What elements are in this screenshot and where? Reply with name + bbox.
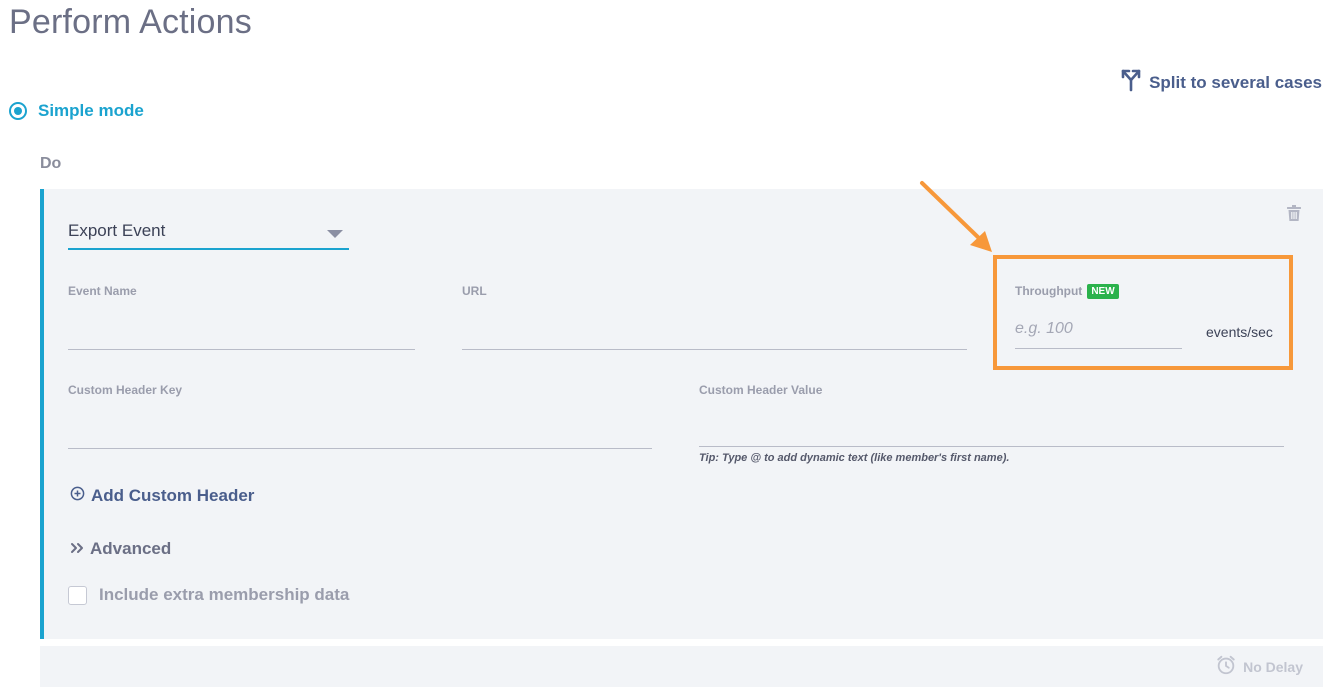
plus-circle-icon xyxy=(70,486,85,506)
custom-header-key-underline xyxy=(68,448,652,449)
throughput-underline xyxy=(1015,348,1182,349)
simple-mode-radio[interactable] xyxy=(9,102,27,120)
custom-header-value-underline xyxy=(699,446,1284,447)
radio-selected-dot xyxy=(14,107,22,115)
split-icon xyxy=(1119,68,1143,97)
include-membership-checkbox[interactable] xyxy=(68,585,87,605)
action-type-value: Export Event xyxy=(68,221,166,240)
double-chevron-right-icon xyxy=(70,539,84,559)
trash-icon[interactable] xyxy=(1287,205,1301,221)
no-delay-button[interactable]: No Delay xyxy=(1215,654,1303,679)
url-label: URL xyxy=(462,284,487,298)
custom-header-value-label: Custom Header Value xyxy=(699,383,823,397)
url-input[interactable] xyxy=(462,317,967,343)
add-custom-header-label: Add Custom Header xyxy=(91,486,255,505)
action-type-select[interactable]: Export Event xyxy=(68,219,349,250)
include-membership-option[interactable]: Include extra membership data xyxy=(68,585,349,605)
new-badge: NEW xyxy=(1087,284,1119,299)
do-label: Do xyxy=(40,155,62,172)
custom-header-key-input[interactable] xyxy=(68,415,652,441)
page-title: Perform Actions xyxy=(9,3,252,41)
delay-bar: No Delay xyxy=(40,646,1323,687)
simple-mode-label: Simple mode xyxy=(38,101,144,120)
url-underline xyxy=(462,349,967,350)
simple-mode-option[interactable]: Simple mode xyxy=(9,101,144,121)
split-cases-button[interactable]: Split to several cases xyxy=(1119,68,1322,97)
include-membership-label: Include extra membership data xyxy=(99,585,350,604)
split-cases-label: Split to several cases xyxy=(1149,72,1322,92)
throughput-input[interactable] xyxy=(1015,317,1182,341)
throughput-label-text: Throughput xyxy=(1015,284,1083,298)
add-custom-header-button[interactable]: Add Custom Header xyxy=(70,486,254,506)
chevron-down-icon xyxy=(327,230,343,238)
throughput-label: Throughput NEW xyxy=(1015,284,1119,299)
custom-header-value-input[interactable] xyxy=(699,413,1284,439)
advanced-label: Advanced xyxy=(90,539,172,558)
custom-header-key-label: Custom Header Key xyxy=(68,383,183,397)
dynamic-text-tip: Tip: Type @ to add dynamic text (like me… xyxy=(699,452,1010,464)
event-name-label: Event Name xyxy=(68,284,137,298)
alarm-clock-icon xyxy=(1215,654,1237,679)
no-delay-label: No Delay xyxy=(1243,658,1303,675)
advanced-toggle[interactable]: Advanced xyxy=(70,539,171,559)
event-name-underline xyxy=(68,349,415,350)
action-card: Export Event Event Name URL Throughput NE… xyxy=(40,189,1323,639)
event-name-input[interactable] xyxy=(68,317,415,343)
throughput-units: events/sec xyxy=(1206,324,1273,340)
